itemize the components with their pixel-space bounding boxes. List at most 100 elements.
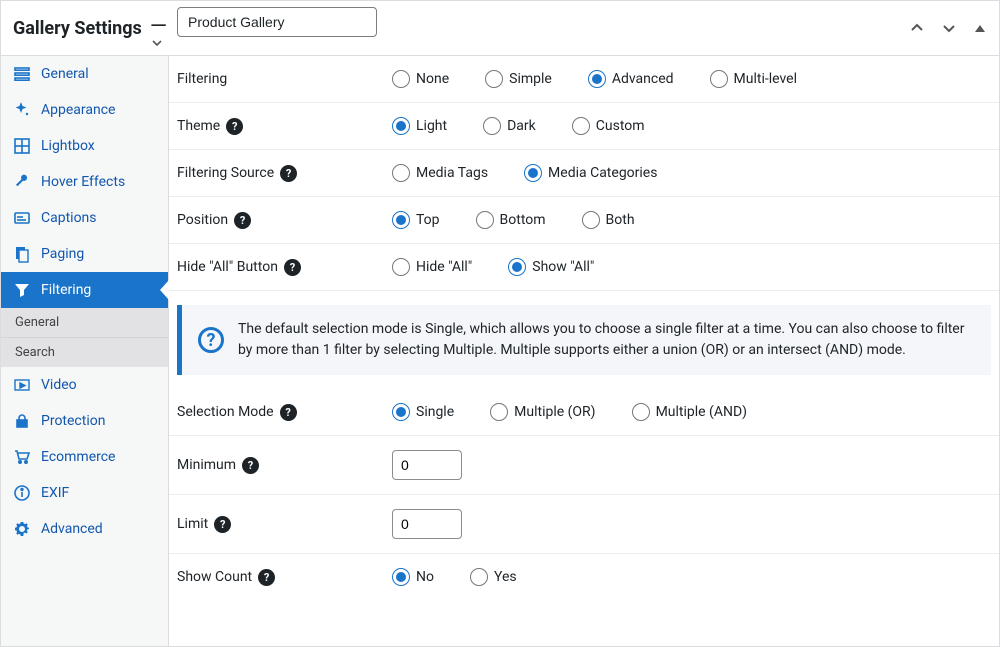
radio-option[interactable]: Media Tags <box>392 164 488 182</box>
radio-option[interactable]: Dark <box>483 117 536 135</box>
radio-option[interactable]: Simple <box>485 70 552 88</box>
label-theme: Theme? <box>177 118 392 135</box>
help-icon[interactable]: ? <box>280 404 297 421</box>
help-icon[interactable]: ? <box>242 457 259 474</box>
radio-label: Top <box>416 212 440 228</box>
radio-option[interactable]: Hide "All" <box>392 258 472 276</box>
chevron-down-icon[interactable] <box>941 20 957 36</box>
label-selection-mode: Selection Mode? <box>177 404 392 421</box>
radio-icon <box>392 568 410 586</box>
radio-option[interactable]: Advanced <box>588 70 674 88</box>
info-circle-icon: ? <box>198 327 224 353</box>
sidebar-label: Lightbox <box>41 138 95 154</box>
radio-label: Simple <box>509 71 552 87</box>
sidebar-item-appearance[interactable]: Appearance <box>1 92 168 128</box>
radio-option[interactable]: Yes <box>470 568 517 586</box>
layout: General Appearance Lightbox Hover Effect… <box>1 56 999 646</box>
radio-option[interactable]: Bottom <box>476 211 546 229</box>
sidebar-item-advanced[interactable]: Advanced <box>1 511 168 547</box>
sidebar-subitem-search[interactable]: Search <box>1 337 168 367</box>
radio-option[interactable]: Multi-level <box>710 70 797 88</box>
sidebar-label: Video <box>41 377 77 393</box>
radio-icon <box>710 70 728 88</box>
label-show-count: Show Count? <box>177 569 392 586</box>
radio-icon <box>485 70 503 88</box>
label-minimum: Minimum? <box>177 457 392 474</box>
radio-option[interactable]: Single <box>392 403 454 421</box>
radio-label: Hide "All" <box>416 259 472 275</box>
settings-panel: Gallery Settings — Product Gallery <box>0 0 1000 647</box>
sidebar-subitem-general[interactable]: General <box>1 308 168 337</box>
radio-option[interactable]: No <box>392 568 434 586</box>
radio-icon <box>588 70 606 88</box>
radio-icon <box>524 164 542 182</box>
panel-title: Gallery Settings — <box>13 16 167 41</box>
chevron-up-icon[interactable] <box>909 20 925 36</box>
opts-theme: Light Dark Custom <box>392 117 645 135</box>
minimum-input[interactable] <box>392 450 462 480</box>
radio-label: Media Tags <box>416 165 488 181</box>
sidebar-label: Ecommerce <box>41 449 115 465</box>
help-icon[interactable]: ? <box>280 165 297 182</box>
opts-selmode: Single Multiple (OR) Multiple (AND) <box>392 403 747 421</box>
captions-icon <box>13 209 31 227</box>
radio-label: No <box>416 569 434 585</box>
content: Filtering NoneSimpleAdvancedMulti-level … <box>169 56 999 646</box>
gallery-select-wrap: Product Gallery <box>177 7 377 49</box>
radio-label: Advanced <box>612 71 674 87</box>
limit-input[interactable] <box>392 509 462 539</box>
radio-label: Bottom <box>500 212 546 228</box>
gallery-select[interactable]: Product Gallery <box>177 7 377 37</box>
sidebar-label: General <box>41 66 89 82</box>
row-position: Position? Top Bottom Both <box>169 197 999 244</box>
radio-option[interactable]: None <box>392 70 449 88</box>
help-icon[interactable]: ? <box>234 212 251 229</box>
radio-label: Multiple (OR) <box>514 404 595 420</box>
row-filtering: Filtering NoneSimpleAdvancedMulti-level <box>169 56 999 103</box>
radio-icon <box>392 117 410 135</box>
cart-icon <box>13 448 31 466</box>
radio-option[interactable]: Multiple (OR) <box>490 403 595 421</box>
label-filtering-source: Filtering Source? <box>177 165 392 182</box>
filter-icon <box>13 281 31 299</box>
row-selection-mode: Selection Mode? Single Multiple (OR) Multi… <box>169 389 999 436</box>
sidebar-item-captions[interactable]: Captions <box>1 200 168 236</box>
chevron-down-icon <box>151 37 351 49</box>
radio-option[interactable]: Show "All" <box>508 258 594 276</box>
radio-option[interactable]: Both <box>582 211 635 229</box>
help-icon[interactable]: ? <box>258 569 275 586</box>
radio-option[interactable]: Light <box>392 117 447 135</box>
sidebar-label: Appearance <box>41 102 115 118</box>
sidebar-label: EXIF <box>41 485 69 501</box>
radio-option[interactable]: Media Categories <box>524 164 657 182</box>
radio-option[interactable]: Custom <box>572 117 645 135</box>
sidebar-item-video[interactable]: Video <box>1 367 168 403</box>
radio-label: Media Categories <box>548 165 657 181</box>
opts-showcount: No Yes <box>392 568 517 586</box>
sidebar-item-protection[interactable]: Protection <box>1 403 168 439</box>
sparkle-icon <box>13 101 31 119</box>
sidebar-item-general[interactable]: General <box>1 56 168 92</box>
radio-option[interactable]: Multiple (AND) <box>632 403 747 421</box>
radio-label: Multiple (AND) <box>656 404 747 420</box>
sidebar-item-hover-effects[interactable]: Hover Effects <box>1 164 168 200</box>
sidebar-item-lightbox[interactable]: Lightbox <box>1 128 168 164</box>
help-icon[interactable]: ? <box>214 516 231 533</box>
video-icon <box>13 376 31 394</box>
title-dash-icon: — <box>150 14 167 39</box>
info-box: ? The default selection mode is Single, … <box>177 305 991 375</box>
radio-option[interactable]: Top <box>392 211 440 229</box>
help-icon[interactable]: ? <box>284 259 301 276</box>
sidebar-item-ecommerce[interactable]: Ecommerce <box>1 439 168 475</box>
row-minimum: Minimum? <box>169 436 999 495</box>
sidebar-label: Paging <box>41 246 84 262</box>
radio-icon <box>392 70 410 88</box>
pages-icon <box>13 245 31 263</box>
lock-icon <box>13 412 31 430</box>
label-position: Position? <box>177 212 392 229</box>
collapse-triangle-icon[interactable] <box>973 21 987 35</box>
sidebar-item-exif[interactable]: EXIF <box>1 475 168 511</box>
sidebar-item-paging[interactable]: Paging <box>1 236 168 272</box>
help-icon[interactable]: ? <box>226 118 243 135</box>
sidebar-item-filtering[interactable]: Filtering <box>1 272 168 308</box>
